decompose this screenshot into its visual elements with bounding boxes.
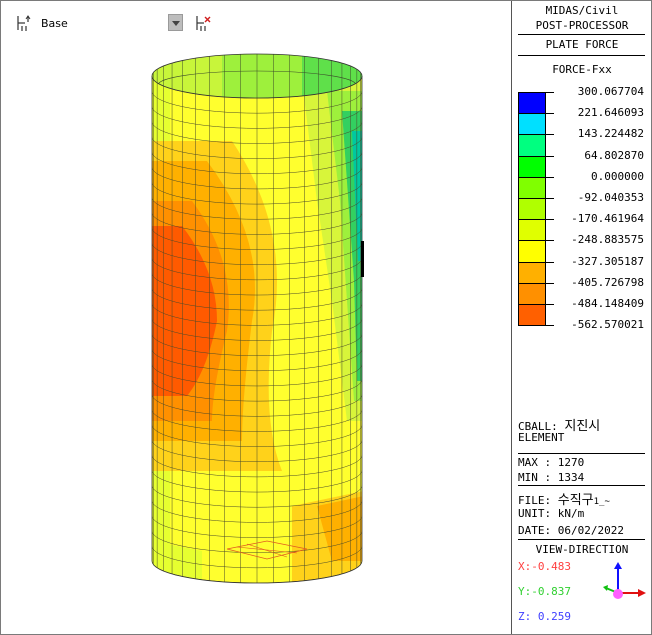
- post-processor-window: Base MIDAS/Civil POST-PROCESSOR PLATE FO…: [0, 0, 652, 635]
- legend-color-swatch: [518, 240, 546, 263]
- stage-select-icon[interactable]: [16, 14, 34, 32]
- stage-dropdown-button[interactable]: [168, 14, 183, 31]
- min-row: MIN : 1334: [518, 471, 585, 484]
- file-row: FILE: 수직구1_~: [518, 493, 610, 508]
- legend-tick: [546, 176, 554, 178]
- view-direction-title: VIEW-DIRECTION: [535, 543, 629, 556]
- legend-value: -248.883575: [571, 233, 644, 247]
- view-x: X:-0.483: [518, 560, 571, 573]
- legend-tick: [546, 198, 554, 199]
- date-value: 06/02/2022: [557, 524, 624, 537]
- element-label: ELEMENT: [518, 431, 565, 444]
- legend-tick: [546, 155, 554, 157]
- unit-row: UNIT: kN/m: [518, 507, 585, 520]
- min-value: 1334: [557, 471, 585, 484]
- legend-value: 221.646093: [577, 106, 644, 120]
- legend-value: -562.570021: [571, 318, 644, 332]
- legend-value: -92.040353: [577, 191, 644, 204]
- legend-tick: [546, 113, 554, 115]
- component-label: FORCE-Fxx: [552, 63, 612, 76]
- legend-color-swatch: [518, 282, 546, 305]
- axis-triad-icon: [603, 562, 646, 599]
- max-row: MAX : 1270: [518, 456, 585, 469]
- legend-panel: MIDAS/Civil POST-PROCESSOR PLATE FORCE F…: [511, 1, 651, 634]
- legend-color-swatch: [518, 134, 546, 157]
- view-z: Z: 0.259: [518, 610, 571, 623]
- legend-tick: [546, 240, 554, 242]
- stage-settings-icon[interactable]: [195, 14, 213, 32]
- legend-color-swatch: [518, 219, 546, 242]
- legend-tick: [546, 261, 554, 263]
- legend-value: 143.224482: [577, 127, 644, 141]
- legend-tick: [546, 219, 554, 221]
- legend-color-swatch: [518, 92, 546, 115]
- legend-color-swatch: [518, 176, 546, 199]
- cball-value: 지진시: [564, 419, 601, 434]
- shaft-body: [152, 76, 362, 583]
- legend-value: -484.148409: [571, 297, 644, 310]
- legend-tick: [546, 325, 554, 327]
- legend-value: -405.726798: [571, 275, 644, 289]
- view-y: Y:-0.837: [518, 585, 571, 598]
- legend-color-swatch: [518, 261, 546, 284]
- legend-value: -327.305187: [571, 254, 644, 268]
- unit-value: kN/m: [557, 507, 585, 520]
- chevron-down-icon: [172, 21, 180, 26]
- legend-tick: [546, 282, 554, 284]
- legend-color-swatch: [518, 198, 546, 221]
- legend-value: -170.461964: [571, 212, 644, 226]
- legend-color-swatch: [518, 113, 546, 136]
- date-row: DATE: 06/02/2022: [518, 524, 624, 537]
- legend-value: 300.067704: [577, 85, 644, 98]
- legend-tick: [546, 134, 554, 136]
- legend-tick: [546, 92, 554, 93]
- legend-value: 64.802870: [584, 148, 644, 162]
- max-value: 1270: [557, 456, 585, 469]
- legend-value: 0.000000: [591, 169, 644, 183]
- legend-tick: [546, 304, 554, 305]
- program-name: MIDAS/Civil: [545, 4, 619, 17]
- mode-label: POST-PROCESSOR: [535, 19, 629, 32]
- model-viewport[interactable]: [2, 37, 510, 633]
- legend-color-swatch: [518, 304, 546, 327]
- legend-color-swatch: [518, 155, 546, 178]
- stage-value[interactable]: Base: [41, 17, 68, 30]
- result-type: PLATE FORCE: [545, 38, 619, 51]
- file-value: 수직구: [557, 493, 594, 508]
